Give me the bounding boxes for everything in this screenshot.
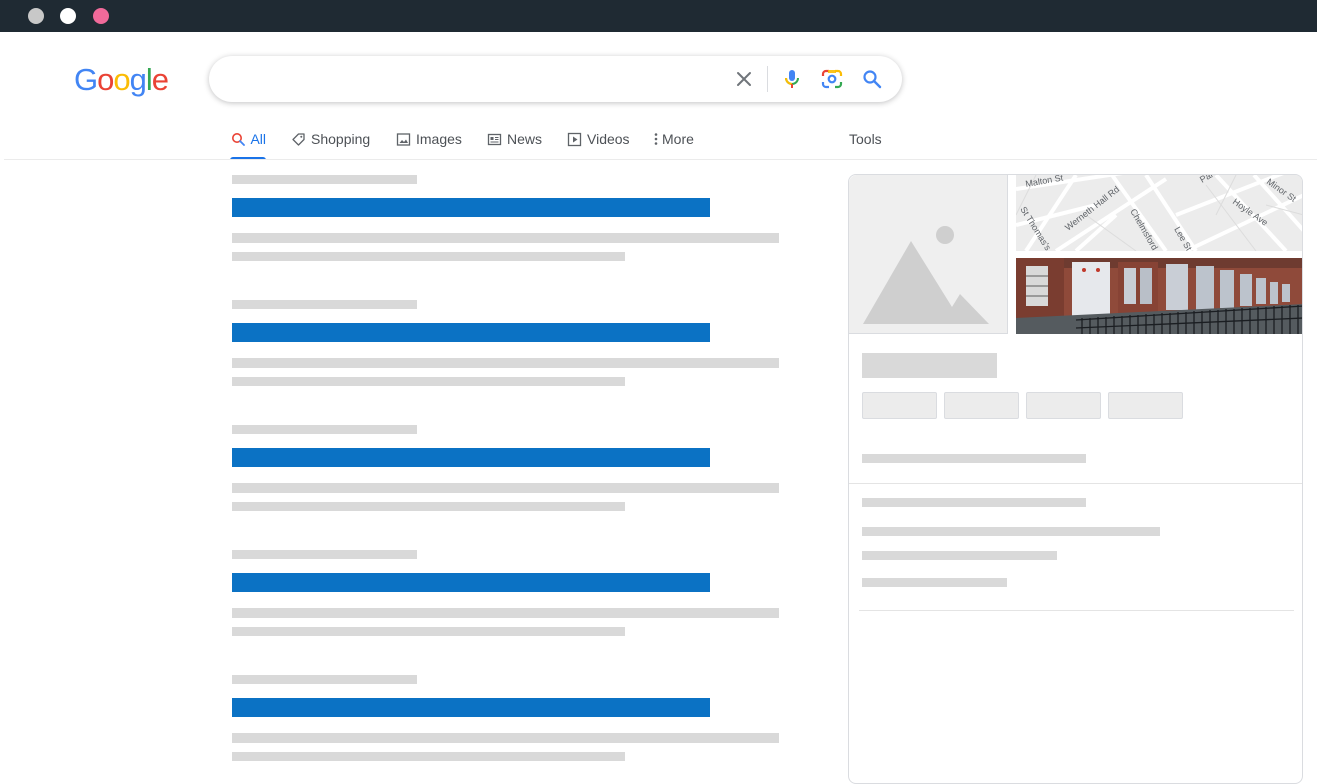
tab-label: News	[507, 131, 543, 147]
search-result	[232, 675, 792, 775]
kp-action-chip[interactable]	[862, 392, 937, 419]
knowledge-panel: Malton St Werneth Hall Rd Chelmsford Lee…	[848, 174, 1303, 784]
tab-more[interactable]: More	[651, 128, 694, 160]
tab-shopping[interactable]: Shopping	[290, 128, 370, 160]
image-placeholder-icon[interactable]	[849, 175, 1008, 334]
result-snippet-placeholder	[232, 252, 625, 261]
result-url-placeholder	[232, 550, 417, 559]
map-thumbnail[interactable]: Malton St Werneth Hall Rd Chelmsford Lee…	[1016, 175, 1302, 251]
result-title-link[interactable]	[232, 698, 710, 717]
result-snippet-placeholder	[232, 377, 625, 386]
tab-videos[interactable]: Videos	[566, 128, 630, 160]
result-url-placeholder	[232, 425, 417, 434]
search-divider	[767, 66, 768, 92]
google-lens-icon[interactable]	[820, 67, 844, 91]
result-snippet-placeholder	[232, 608, 779, 618]
window-maximize-button[interactable]	[93, 8, 109, 24]
result-snippet-placeholder	[232, 502, 625, 511]
window-close-button[interactable]	[28, 8, 44, 24]
result-snippet-placeholder	[232, 627, 625, 636]
kp-divider	[859, 610, 1294, 611]
tab-images[interactable]: Images	[395, 128, 462, 160]
microphone-icon[interactable]	[780, 67, 804, 91]
play-icon	[566, 131, 582, 147]
window-titlebar	[0, 0, 1317, 32]
tab-label: All	[250, 131, 266, 147]
kp-action-chip[interactable]	[944, 392, 1019, 419]
tools-button[interactable]: Tools	[849, 128, 882, 150]
result-snippet-placeholder	[232, 483, 779, 493]
result-title-link[interactable]	[232, 323, 710, 342]
tag-icon	[290, 131, 306, 147]
result-title-link[interactable]	[232, 198, 710, 217]
more-vertical-icon	[651, 131, 661, 147]
search-result	[232, 175, 792, 275]
kp-text-placeholder	[862, 578, 1007, 587]
result-snippet-placeholder	[232, 358, 779, 368]
search-result	[232, 300, 792, 400]
logo-letter: G	[74, 62, 98, 97]
result-title-link[interactable]	[232, 448, 710, 467]
close-icon[interactable]	[732, 67, 756, 91]
kp-divider	[849, 483, 1302, 484]
search-result	[232, 425, 792, 525]
result-url-placeholder	[232, 300, 417, 309]
search-box	[209, 56, 902, 102]
tab-all[interactable]: All	[230, 128, 266, 160]
newspaper-icon	[486, 131, 502, 147]
google-logo[interactable]: Google	[74, 60, 169, 100]
search-icon	[230, 131, 245, 147]
result-url-placeholder	[232, 175, 417, 184]
search-icon[interactable]	[860, 67, 884, 91]
logo-letter: g	[129, 62, 147, 97]
tab-news[interactable]: News	[486, 128, 542, 160]
result-snippet-placeholder	[232, 733, 779, 743]
tab-label: Videos	[587, 131, 630, 147]
kp-action-chip[interactable]	[1026, 392, 1101, 419]
image-icon	[395, 131, 411, 147]
header-divider	[4, 159, 1317, 160]
kp-action-chip[interactable]	[1108, 392, 1183, 419]
kp-title-placeholder	[862, 353, 997, 378]
kp-text-placeholder	[862, 498, 1086, 507]
kp-text-placeholder	[862, 527, 1160, 536]
logo-letter: e	[151, 62, 169, 97]
tab-label: Images	[416, 131, 462, 147]
result-url-placeholder	[232, 675, 417, 684]
tab-label: Shopping	[311, 131, 371, 147]
result-snippet-placeholder	[232, 752, 625, 761]
result-snippet-placeholder	[232, 233, 779, 243]
logo-letter: o	[97, 62, 114, 97]
logo-letter: o	[113, 62, 130, 97]
kp-text-placeholder	[862, 454, 1086, 463]
search-input[interactable]	[229, 68, 729, 90]
kp-text-placeholder	[862, 551, 1057, 560]
result-title-link[interactable]	[232, 573, 710, 592]
search-result	[232, 550, 792, 650]
tab-label: More	[662, 131, 694, 147]
street-view-photo[interactable]	[1016, 258, 1302, 334]
window-minimize-button[interactable]	[60, 8, 76, 24]
